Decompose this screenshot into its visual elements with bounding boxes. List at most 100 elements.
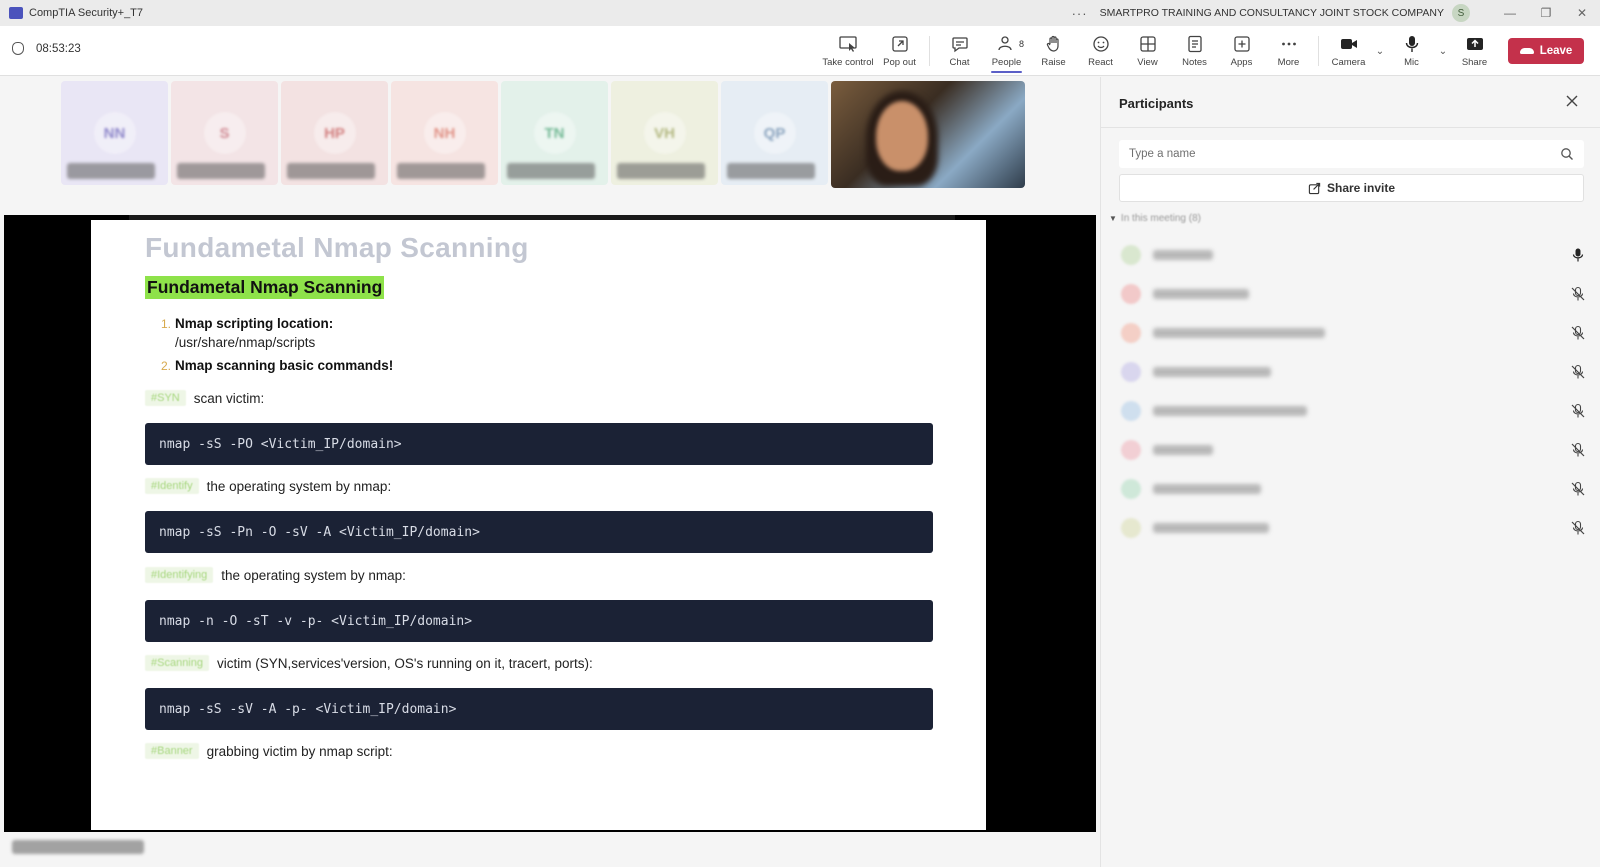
pop-out-icon bbox=[891, 36, 908, 52]
mic-muted-icon[interactable] bbox=[1570, 520, 1586, 536]
participant-video-tile[interactable]: S bbox=[171, 81, 278, 185]
participant-row[interactable] bbox=[1121, 435, 1586, 465]
in-meeting-section-toggle[interactable]: ▼ In this meeting (8) bbox=[1109, 213, 1201, 224]
section-line: #SYN scan victim: bbox=[145, 390, 264, 406]
share-icon bbox=[1466, 38, 1483, 50]
section-line: #Identifying the operating system by nma… bbox=[145, 567, 406, 583]
section-tag: #Identifying bbox=[145, 567, 214, 583]
avatar bbox=[1121, 479, 1141, 499]
take-control-icon bbox=[839, 36, 857, 52]
mic-muted-icon[interactable] bbox=[1570, 481, 1586, 497]
share-button[interactable]: Share bbox=[1451, 26, 1498, 76]
participant-initials-avatar: NH bbox=[423, 112, 466, 154]
more-button[interactable]: More bbox=[1265, 26, 1312, 76]
close-window-button[interactable]: ✕ bbox=[1564, 6, 1600, 20]
toolbar-divider bbox=[1318, 36, 1319, 66]
list-number: 1. bbox=[161, 317, 172, 331]
mic-muted-icon[interactable] bbox=[1570, 286, 1586, 302]
participant-video-tile[interactable]: NN bbox=[61, 81, 168, 185]
take-control-label: Take control bbox=[822, 57, 874, 68]
participant-video-tile[interactable]: QP bbox=[721, 81, 828, 185]
notes-label: Notes bbox=[1182, 57, 1207, 68]
raise-hand-button[interactable]: Raise bbox=[1030, 26, 1077, 76]
participants-panel: Participants Share invite ▼ In this meet… bbox=[1100, 77, 1600, 867]
mic-muted-icon[interactable] bbox=[1570, 442, 1586, 458]
section-text: the operating system by nmap: bbox=[206, 478, 392, 494]
participant-video-tile[interactable]: VH bbox=[611, 81, 718, 185]
participant-name-bar bbox=[617, 163, 705, 179]
code-block: nmap -sS -PO <Victim_IP/domain> bbox=[145, 423, 933, 465]
participant-name-bar bbox=[727, 163, 815, 179]
participant-initials-avatar: TN bbox=[533, 112, 576, 154]
mic-button[interactable]: Mic bbox=[1388, 26, 1435, 76]
share-invite-button[interactable]: Share invite bbox=[1119, 174, 1584, 202]
list-item-text: Nmap scanning basic commands! bbox=[175, 358, 394, 373]
participant-row[interactable] bbox=[1121, 357, 1586, 387]
camera-button[interactable]: Camera bbox=[1325, 26, 1372, 76]
view-button[interactable]: View bbox=[1124, 26, 1171, 76]
participant-row[interactable] bbox=[1121, 279, 1586, 309]
title-bar: CompTIA Security+_T7 ··· SMARTPRO TRAINI… bbox=[0, 0, 1600, 26]
meeting-stage: NN S HP NH TN VH QP Fundametal Nmap Scanning F… bbox=[0, 77, 1100, 867]
code-block: nmap -sS -Pn -O -sV -A <Victim_IP/domain… bbox=[145, 511, 933, 553]
mic-on-icon[interactable] bbox=[1570, 247, 1586, 263]
mic-muted-icon[interactable] bbox=[1570, 325, 1586, 341]
presentation-slide: Fundametal Nmap Scanning Fundametal Nmap… bbox=[91, 220, 986, 830]
camera-label: Camera bbox=[1331, 57, 1366, 68]
mic-muted-icon[interactable] bbox=[1570, 364, 1586, 380]
list-item: 2. Nmap scanning basic commands! bbox=[161, 358, 393, 373]
people-button[interactable]: 8 People bbox=[983, 26, 1030, 76]
camera-options-chevron-icon[interactable]: ⌄ bbox=[1372, 26, 1388, 76]
participant-row[interactable] bbox=[1121, 513, 1586, 543]
avatar bbox=[1121, 362, 1141, 382]
participant-name-bar bbox=[177, 163, 265, 179]
chat-button[interactable]: Chat bbox=[936, 26, 983, 76]
notes-button[interactable]: Notes bbox=[1171, 26, 1218, 76]
list-number: 2. bbox=[161, 359, 172, 373]
presenter-video-tile[interactable] bbox=[831, 81, 1025, 188]
pop-out-button[interactable]: Pop out bbox=[876, 26, 923, 76]
mic-muted-icon[interactable] bbox=[1570, 403, 1586, 419]
section-tag: #SYN bbox=[145, 390, 186, 406]
scripts-path: /usr/share/nmap/scripts bbox=[175, 335, 316, 350]
avatar bbox=[1121, 245, 1141, 265]
hang-up-icon bbox=[1519, 48, 1534, 54]
leave-button[interactable]: Leave bbox=[1508, 38, 1584, 64]
participant-name-bar bbox=[67, 163, 155, 179]
take-control-button[interactable]: Take control bbox=[820, 26, 876, 76]
avatar bbox=[1121, 518, 1141, 538]
more-options-icon[interactable]: ··· bbox=[1072, 6, 1088, 21]
teams-logo-icon bbox=[9, 7, 23, 19]
leave-label: Leave bbox=[1539, 45, 1573, 57]
participant-row[interactable] bbox=[1121, 318, 1586, 348]
share-invite-label: Share invite bbox=[1326, 181, 1396, 195]
participant-name bbox=[1153, 289, 1249, 299]
react-button[interactable]: React bbox=[1077, 26, 1124, 76]
close-icon[interactable] bbox=[1564, 93, 1580, 109]
search-icon[interactable] bbox=[1560, 147, 1574, 161]
participant-row[interactable] bbox=[1121, 240, 1586, 270]
participant-video-tile[interactable]: TN bbox=[501, 81, 608, 185]
participant-row[interactable] bbox=[1121, 474, 1586, 504]
more-icon bbox=[1281, 42, 1296, 46]
section-text: scan victim: bbox=[193, 390, 265, 406]
slide-ordered-list: 1. Nmap scripting location: /usr/share/n… bbox=[161, 316, 393, 377]
people-label: People bbox=[991, 57, 1022, 68]
mic-options-chevron-icon[interactable]: ⌄ bbox=[1435, 26, 1451, 76]
presenter-face bbox=[876, 101, 928, 171]
search-input[interactable] bbox=[1129, 148, 1549, 160]
participant-video-tile[interactable]: NH bbox=[391, 81, 498, 185]
apps-button[interactable]: Apps bbox=[1218, 26, 1265, 76]
organization-name: SMARTPRO TRAINING AND CONSULTANCY JOINT … bbox=[1099, 7, 1444, 19]
slide-title: Fundametal Nmap Scanning bbox=[145, 232, 529, 263]
code-block: nmap -n -O -sT -v -p- <Victim_IP/domain> bbox=[145, 600, 933, 642]
apps-icon bbox=[1233, 36, 1250, 52]
video-gallery: NN S HP NH TN VH QP bbox=[61, 81, 1025, 188]
restore-button[interactable]: ❐ bbox=[1528, 6, 1564, 20]
participant-row[interactable] bbox=[1121, 396, 1586, 426]
section-label-text: In this meeting (8) bbox=[1120, 213, 1201, 224]
minimize-button[interactable]: — bbox=[1492, 6, 1528, 20]
mic-label: Mic bbox=[1404, 57, 1419, 68]
participant-video-tile[interactable]: HP bbox=[281, 81, 388, 185]
account-avatar[interactable]: S bbox=[1452, 4, 1470, 22]
